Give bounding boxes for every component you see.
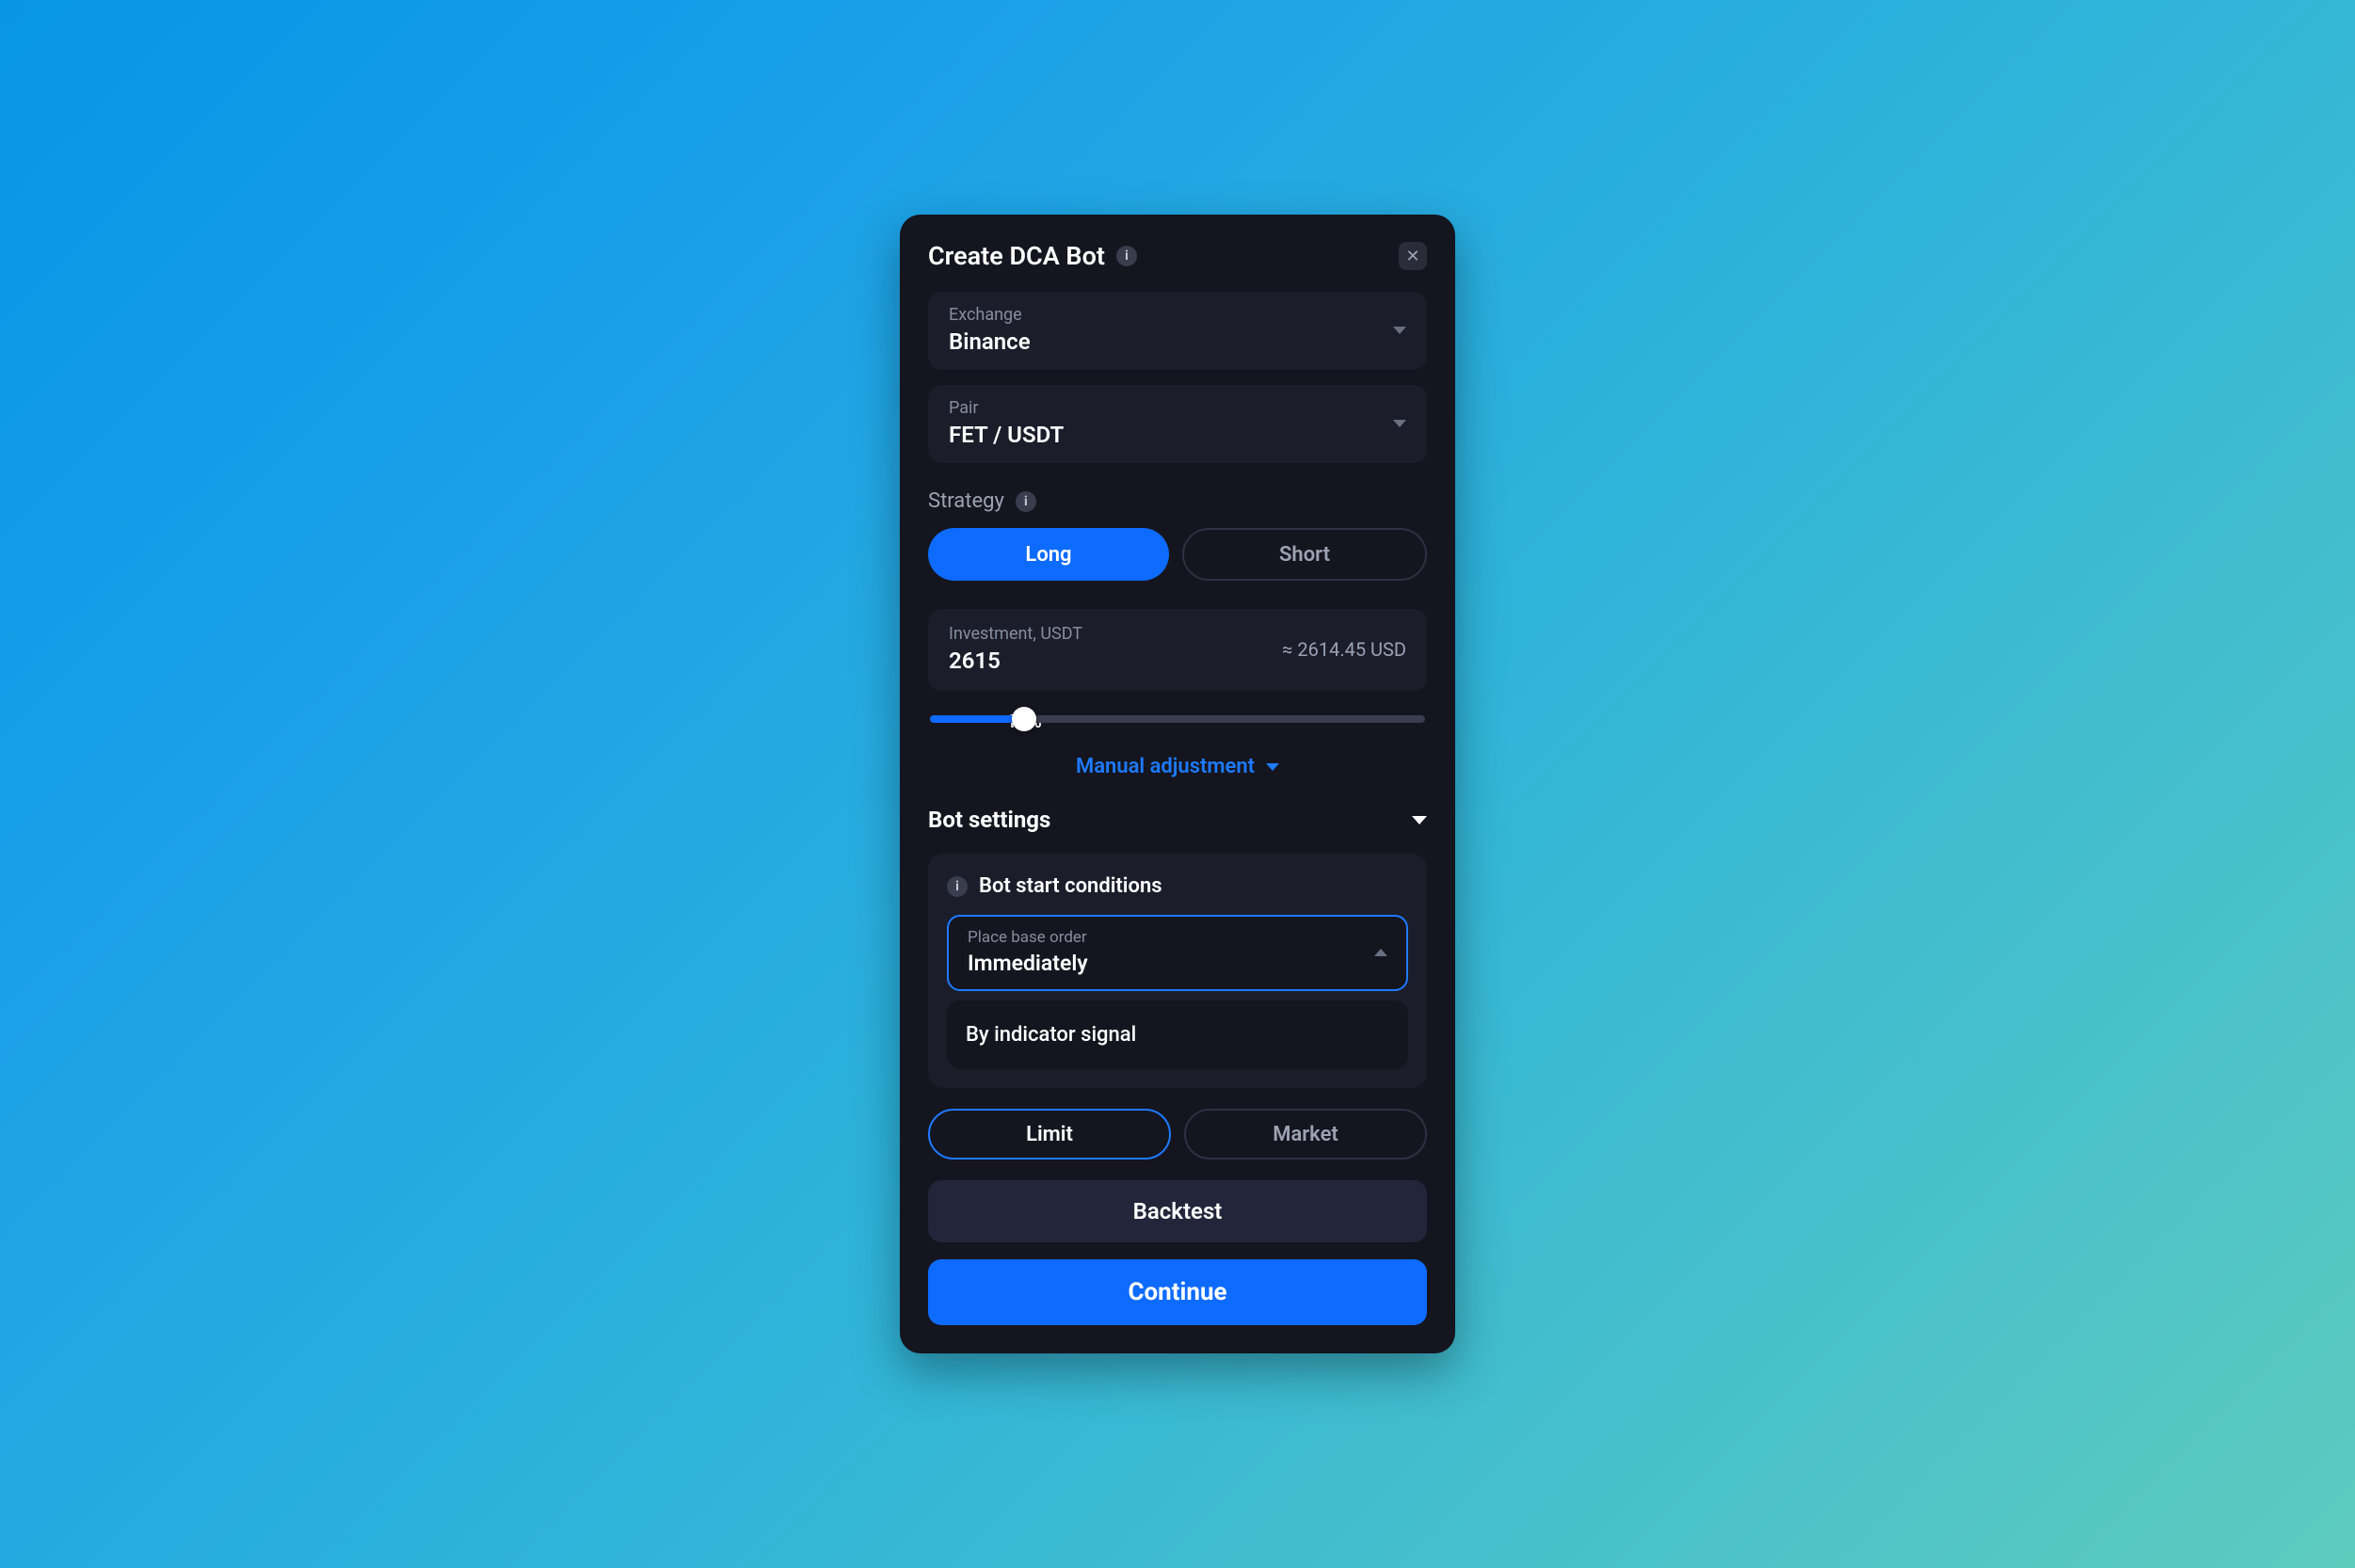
strategy-long-button[interactable]: Long [928, 528, 1169, 581]
dropdown-option-by-indicator[interactable]: By indicator signal [947, 1000, 1408, 1069]
pair-label: Pair [949, 398, 1064, 418]
pair-value: FET / USDT [949, 422, 1064, 448]
panel-header-left: Create DCA Bot i [928, 241, 1137, 271]
continue-button[interactable]: Continue [928, 1259, 1427, 1325]
slider-track [930, 715, 1425, 723]
slider-fill [930, 715, 1024, 723]
info-icon[interactable]: i [1016, 491, 1036, 512]
conditions-title: Bot start conditions [979, 874, 1162, 898]
place-base-order-value: Immediately [968, 951, 1088, 976]
conditions-header: i Bot start conditions [947, 874, 1408, 898]
investment-approx: ≈ 2614.45 USD [1282, 638, 1406, 661]
manual-adjustment-label: Manual adjustment [1076, 755, 1255, 778]
investment-box: Investment, USDT 2615 ≈ 2614.45 USD [928, 609, 1427, 691]
create-dca-bot-panel: Create DCA Bot i ✕ Exchange Binance Pair… [900, 215, 1455, 1353]
exchange-label: Exchange [949, 305, 1031, 325]
order-type-limit-button[interactable]: Limit [928, 1109, 1171, 1160]
investment-label: Investment, USDT [949, 624, 1082, 644]
close-button[interactable]: ✕ [1399, 242, 1427, 270]
place-base-order-select[interactable]: Place base order Immediately [947, 915, 1408, 991]
panel-title: Create DCA Bot [928, 241, 1105, 271]
investment-value[interactable]: 2615 [949, 648, 1082, 674]
exchange-select[interactable]: Exchange Binance [928, 292, 1427, 370]
bot-settings-title: Bot settings [928, 807, 1050, 833]
place-base-order-text: Place base order Immediately [968, 928, 1088, 976]
strategy-label: Strategy [928, 489, 1004, 513]
manual-adjustment-toggle[interactable]: Manual adjustment [928, 755, 1427, 778]
chevron-up-icon [1374, 949, 1387, 956]
exchange-value: Binance [949, 328, 1031, 355]
panel-header: Create DCA Bot i ✕ [928, 241, 1427, 271]
pair-select-text: Pair FET / USDT [949, 398, 1064, 448]
info-icon[interactable]: i [1116, 246, 1137, 266]
strategy-label-row: Strategy i [928, 489, 1427, 513]
strategy-toggle: Long Short [928, 528, 1427, 581]
bot-start-conditions-box: i Bot start conditions Place base order … [928, 854, 1427, 1088]
chevron-down-icon [1412, 816, 1427, 824]
exchange-select-text: Exchange Binance [949, 305, 1031, 355]
chevron-down-icon [1266, 763, 1279, 771]
chevron-down-icon [1393, 420, 1406, 427]
order-type-toggle: Limit Market [928, 1109, 1427, 1160]
slider-thumb[interactable] [1012, 707, 1036, 731]
investment-text: Investment, USDT 2615 [949, 624, 1082, 674]
backtest-button[interactable]: Backtest [928, 1180, 1427, 1242]
order-type-market-button[interactable]: Market [1184, 1109, 1427, 1160]
investment-slider[interactable]: 19% [930, 715, 1425, 723]
strategy-short-button[interactable]: Short [1182, 528, 1427, 581]
place-base-order-label: Place base order [968, 928, 1088, 947]
close-icon: ✕ [1405, 247, 1419, 266]
chevron-down-icon [1393, 327, 1406, 334]
info-icon[interactable]: i [947, 876, 968, 897]
pair-select[interactable]: Pair FET / USDT [928, 385, 1427, 463]
bot-settings-header[interactable]: Bot settings [928, 807, 1427, 833]
